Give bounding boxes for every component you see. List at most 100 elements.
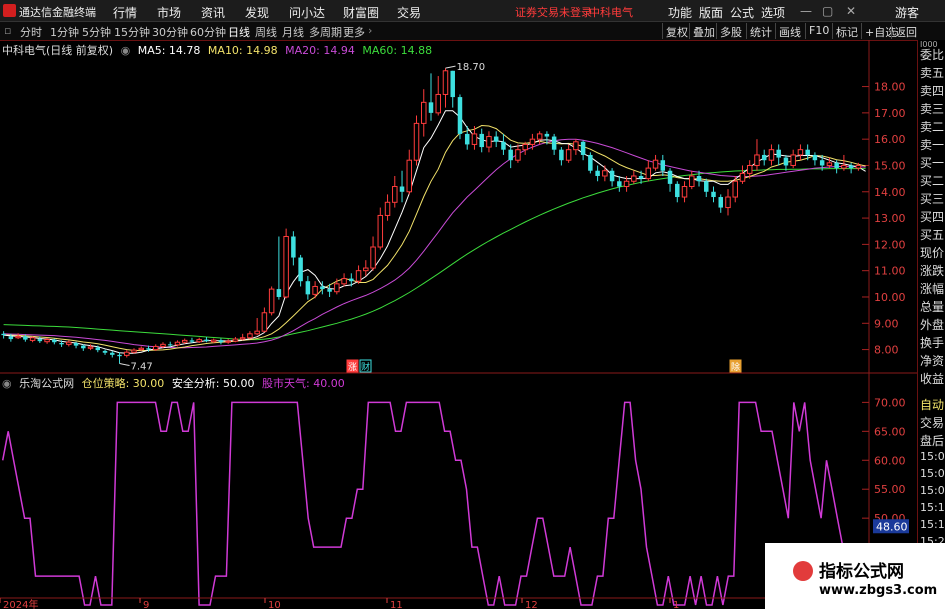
price-chart[interactable]: 18.707.47 涨财除 18.0017.0016.0015.0014.0013… [0,40,917,609]
side-panel-item[interactable]: 涨跌 [920,262,944,279]
side-panel-item[interactable]: 卖四 [920,82,944,99]
candle-body-up [44,339,50,343]
candle-body-up [754,154,760,166]
btn-back[interactable]: 返回 [891,23,920,39]
side-panel-item[interactable]: 15:00 [920,450,945,463]
candle-body-down [59,343,64,345]
btn-tongji[interactable]: 统计 [746,23,775,39]
menu-gongneng[interactable]: 功能 [668,4,692,21]
side-panel-item[interactable]: 盘后 [920,432,944,449]
period-15min[interactable]: 15分钟 [114,24,150,40]
candle-body-down [37,339,43,342]
candle-body-down [559,149,564,161]
candle-body-down [660,160,666,171]
date-axis: 2024年 9 10 11 12 1 [0,597,869,609]
btn-f10[interactable]: F10 [805,23,832,39]
candle-body-up [261,312,268,332]
btn-duogu[interactable]: 多股 [716,23,745,39]
period-30min[interactable]: 30分钟 [152,24,188,40]
side-panel-item[interactable]: 买五 [920,226,944,243]
candle-body-down [479,133,484,148]
btn-biaoji[interactable]: 标记 [832,23,861,39]
chevron-right-icon[interactable]: › [368,24,372,37]
candle-body-down [464,133,470,145]
watermark-line1: 指标公式网 [819,562,904,582]
period-1min[interactable]: 1分钟 [50,24,79,40]
maximize-icon[interactable]: ▢ [822,4,833,18]
candle-body-up [790,154,796,166]
menu-faxian[interactable]: 发现 [245,4,269,21]
settings-dot-icon[interactable]: ◉ [121,44,131,57]
menu-caifuquan[interactable]: 财富圈 [343,4,379,21]
ma60-label: MA60: 14.88 [362,44,433,57]
side-panel-item[interactable]: 卖二 [920,118,944,135]
candle-body-down [696,175,702,182]
period-monthly[interactable]: 月线 [282,24,304,40]
candle-body-down [320,286,325,290]
menu-xuanxiang[interactable]: 选项 [761,4,785,21]
period-more[interactable]: 更多 [343,24,365,40]
side-panel-item[interactable]: 买四 [920,208,944,225]
side-panel-item[interactable]: 买三 [920,190,944,207]
login-notice[interactable]: 证券交易未登录 [515,4,592,20]
user-guest[interactable]: 游客 [895,4,919,21]
btn-fuquan[interactable]: 复权 [662,23,691,39]
candle-body-down [638,175,644,179]
side-panel-item[interactable]: 涨幅 [920,280,944,297]
date-label: 1 [673,600,679,609]
price-axis-label: 10.00 [874,291,906,304]
candle-body-down [776,149,781,158]
period-fenshi[interactable]: 分时 [20,24,42,40]
side-panel-item[interactable]: 买一 [920,154,944,171]
date-label: 9 [143,600,149,609]
close-icon[interactable]: ✕ [846,4,856,18]
candle-body-up [384,201,391,216]
side-panel-item[interactable]: 净资 [920,352,944,369]
menu-zixun[interactable]: 资讯 [201,4,225,21]
candle-body-up [573,141,579,151]
menu-hangqing[interactable]: 行情 [113,4,137,21]
menu-jiaoyi[interactable]: 交易 [397,4,421,21]
menu-gongshi[interactable]: 公式 [730,4,754,21]
price-axis-label: 8.00 [874,344,899,357]
side-panel-item[interactable]: 15:13 [920,501,945,514]
candle-body-up [522,143,528,151]
candle-body-up [565,149,572,161]
side-panel-item[interactable]: 换手 [920,334,944,351]
quote-side-panel: Ⅰ000 委比 卖五 卖四 卖三 卖二 卖一 买一 买二 买三 买四 买五 现价 涨跌 涨幅 总量 外盘 换手净… [917,40,945,609]
side-panel-item[interactable]: 15:19 [920,518,945,531]
side-panel-item[interactable]: 15:09 [920,484,945,497]
btn-diejia[interactable]: 叠加 [689,23,718,39]
menu-shichang[interactable]: 市场 [157,4,181,21]
candle-body-down [102,350,108,353]
side-panel-item[interactable]: 收益 [920,370,944,387]
candle-body-up [181,339,188,343]
side-panel-item[interactable]: 总量 [920,298,944,315]
period-multi[interactable]: 多周期 [309,24,342,40]
menu-banmian[interactable]: 版面 [699,4,723,21]
candle-body-up [421,101,427,124]
side-panel-item[interactable]: 自动 [920,396,944,413]
period-60min[interactable]: 60分钟 [190,24,226,40]
candle-body-up [232,338,239,342]
menu-wenxiaoda[interactable]: 问小达 [289,4,325,21]
btn-huaxian[interactable]: 画线 [775,23,804,39]
side-panel-item[interactable]: 买二 [920,172,944,189]
side-panel-item[interactable]: 交易 [920,414,944,431]
side-panel-item[interactable]: 卖一 [920,136,944,153]
side-panel-item[interactable]: 委比 [920,46,944,63]
candle-body-down [218,340,224,343]
side-panel-item[interactable]: 外盘 [920,316,944,333]
settings-dot-icon[interactable]: ◉ [2,377,12,390]
candle-body-down [667,170,673,184]
toolbar-toggle-icon[interactable]: ▫ [4,24,11,37]
period-daily[interactable]: 日线 [228,24,250,40]
side-panel-item[interactable]: 卖三 [920,100,944,117]
period-weekly[interactable]: 周线 [255,24,277,40]
minimize-icon[interactable]: — [800,4,812,18]
side-panel-item[interactable]: 卖五 [920,64,944,81]
side-panel-item[interactable]: 现价 [920,244,944,261]
period-5min[interactable]: 5分钟 [82,24,111,40]
side-panel-item[interactable]: 15:00 [920,467,945,480]
candle-body-up [66,341,72,345]
